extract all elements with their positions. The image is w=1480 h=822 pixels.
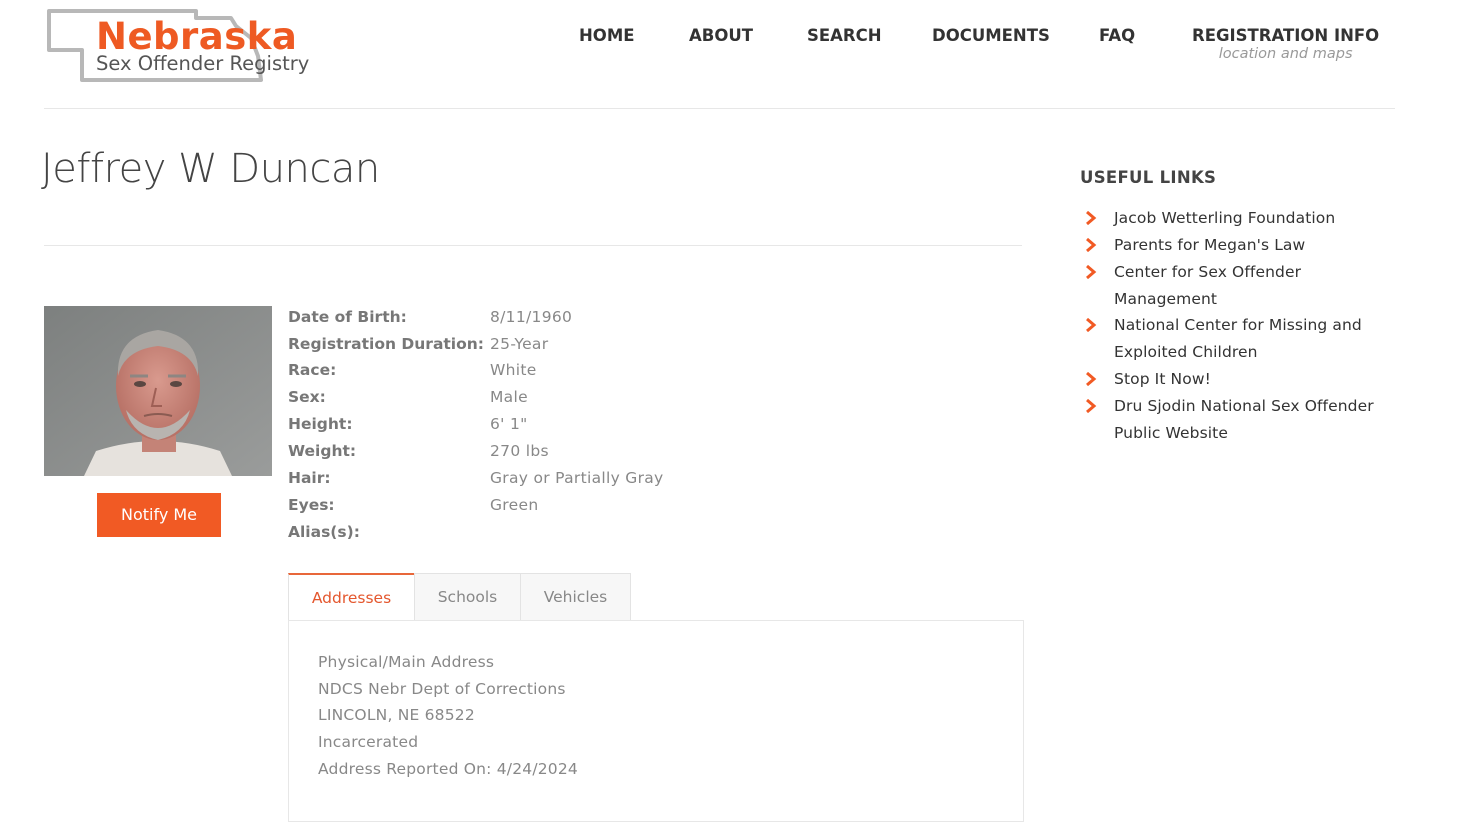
tab-vehicles[interactable]: Vehicles [520,573,631,620]
name-divider [44,245,1022,246]
detail-row-height: Height: 6' 1" [288,415,788,442]
nav-about[interactable]: ABOUT [689,26,753,45]
detail-value: 270 lbs [490,442,549,460]
address-reported-date: Address Reported On: 4/24/2024 [318,760,578,778]
nav-documents[interactable]: DOCUMENTS [932,26,1050,45]
detail-label: Weight: [288,442,357,460]
nav-faq[interactable]: FAQ [1099,26,1135,45]
detail-row-eyes: Eyes: Green [288,496,788,523]
tab-label: Addresses [311,589,392,607]
chevron-right-icon [1086,265,1097,279]
chevron-right-icon [1086,372,1097,386]
address-city-state-zip: LINCOLN, NE 68522 [318,706,475,724]
address-status: Incarcerated [318,733,419,751]
address-facility: NDCS Nebr Dept of Corrections [318,680,566,698]
chevron-right-icon [1086,399,1097,413]
addresses-panel: Physical/Main Address NDCS Nebr Dept of … [288,620,1024,822]
detail-label: Sex: [288,388,326,406]
chevron-right-icon [1086,211,1097,225]
detail-row-sex: Sex: Male [288,388,788,415]
site-logo[interactable]: Nebraska Sex Offender Registry [46,8,316,88]
chevron-right-icon [1086,318,1097,332]
detail-label: Hair: [288,469,331,487]
detail-value: Green [490,496,539,514]
detail-value: Male [490,388,528,406]
detail-row-duration: Registration Duration: 25-Year [288,335,788,362]
useful-link[interactable]: National Center for Missing and Exploite… [1114,312,1374,366]
offender-photo-image [44,306,272,476]
tab-label: Vehicles [543,588,608,606]
nav-about-label: ABOUT [689,26,754,45]
header-divider [44,108,1395,109]
useful-links-title: USEFUL LINKS [1080,168,1217,187]
detail-row-alias: Alias(s): [288,523,788,550]
detail-label: Race: [288,361,337,379]
nav-registration-info[interactable]: REGISTRATION INFO location and maps [1192,26,1379,62]
detail-label: Registration Duration: [288,335,485,353]
detail-label: Date of Birth: [288,308,407,326]
detail-label: Height: [288,415,353,433]
nav-registration-info-sublabel: location and maps [1218,46,1353,62]
logo-title: Nebraska [96,15,298,58]
nav-documents-label: DOCUMENTS [932,26,1050,45]
detail-label: Alias(s): [288,523,360,541]
offender-name: Jeffrey W Duncan [41,146,380,192]
detail-value: 6' 1" [490,415,528,433]
nav-home[interactable]: HOME [579,26,635,45]
detail-label: Eyes: [288,496,335,514]
detail-row-dob: Date of Birth: 8/11/1960 [288,308,788,335]
detail-row-weight: Weight: 270 lbs [288,442,788,469]
nav-registration-info-label: REGISTRATION INFO [1192,26,1380,45]
notify-me-button[interactable]: Notify Me [97,493,221,537]
address-type: Physical/Main Address [318,653,495,671]
detail-value: 8/11/1960 [490,308,573,326]
offender-photo [44,306,272,476]
tab-addresses[interactable]: Addresses [288,573,415,623]
nav-search-label: SEARCH [807,26,882,45]
detail-row-hair: Hair: Gray or Partially Gray [288,469,788,496]
chevron-right-icon [1086,238,1097,252]
nav-home-label: HOME [579,26,635,45]
tab-schools[interactable]: Schools [414,573,521,620]
useful-link[interactable]: Jacob Wetterling Foundation [1114,205,1386,232]
detail-value: White [490,361,537,379]
detail-value: 25-Year [490,335,549,353]
logo-subtitle: Sex Offender Registry [96,52,310,75]
useful-link[interactable]: Dru Sjodin National Sex Offender Public … [1114,393,1379,447]
nav-search[interactable]: SEARCH [807,26,882,45]
useful-link[interactable]: Parents for Megan's Law [1114,232,1386,259]
detail-row-race: Race: White [288,361,788,388]
useful-link[interactable]: Center for Sex Offender Management [1114,259,1314,313]
detail-value: Gray or Partially Gray [490,469,664,487]
nav-faq-label: FAQ [1099,26,1136,45]
useful-link[interactable]: Stop It Now! [1114,366,1386,393]
tab-label: Schools [437,588,498,606]
